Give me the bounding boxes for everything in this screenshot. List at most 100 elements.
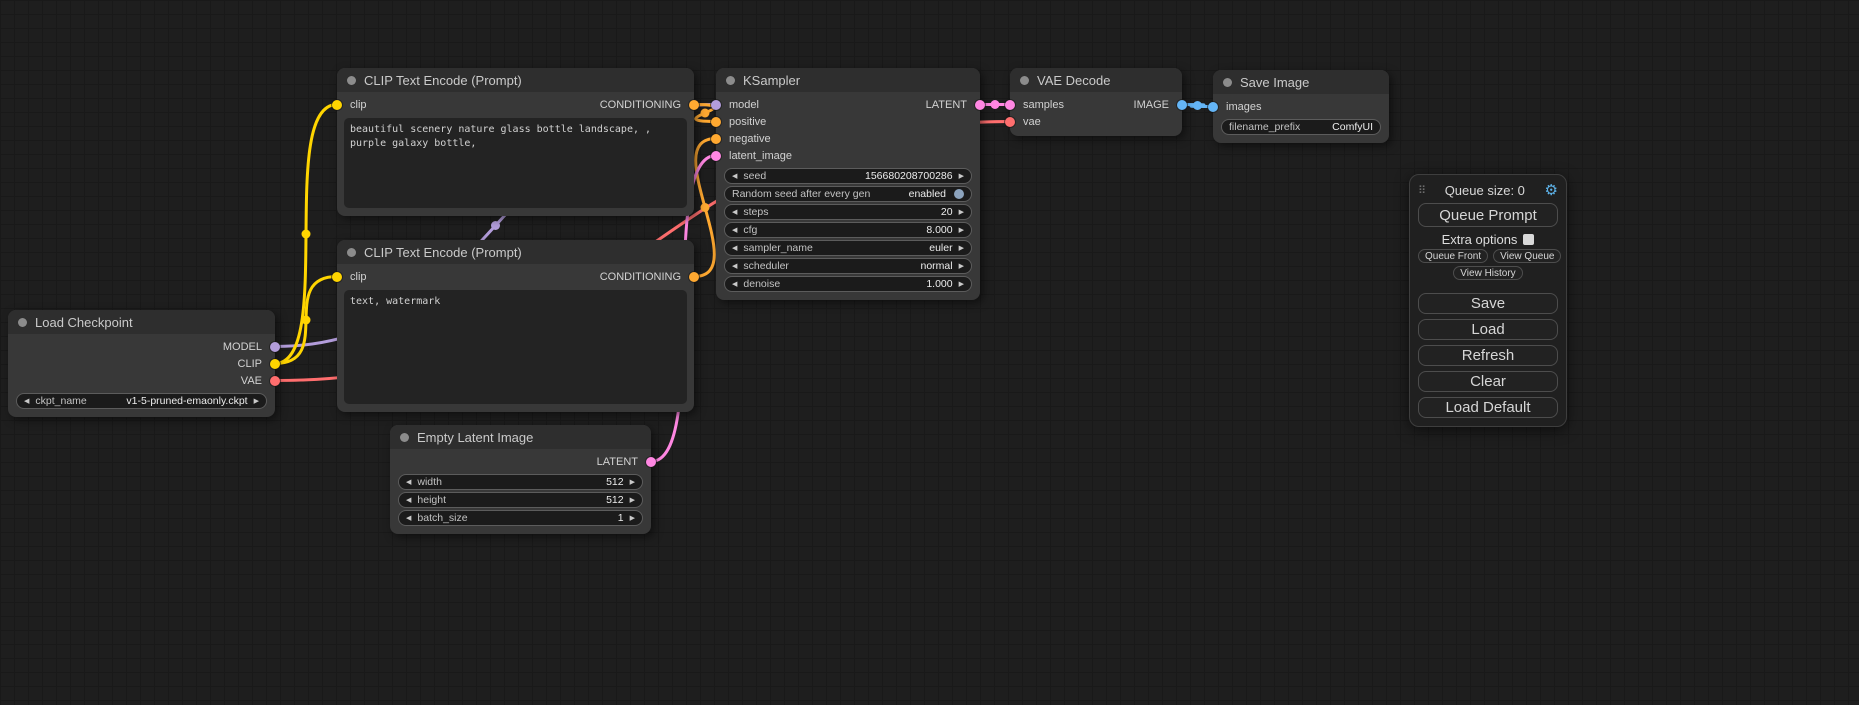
arrow-left-icon[interactable]: ◀	[732, 209, 737, 216]
positive-input-dot[interactable]	[711, 117, 721, 127]
arrow-left-icon[interactable]: ◀	[406, 497, 411, 504]
node-ksampler[interactable]: KSampler model LATENT positive negative …	[716, 68, 980, 300]
input-port-negative[interactable]: negative	[716, 130, 980, 147]
port-row[interactable]: model LATENT	[716, 96, 980, 113]
input-port-latent-image[interactable]: latent_image	[716, 147, 980, 164]
node-title-bar[interactable]: Empty Latent Image	[390, 425, 651, 449]
collapse-dot-icon[interactable]	[18, 318, 27, 327]
collapse-dot-icon[interactable]	[400, 433, 409, 442]
port-row[interactable]: clip CONDITIONING	[337, 268, 694, 285]
queue-front-button[interactable]: Queue Front	[1418, 249, 1488, 263]
refresh-button[interactable]: Refresh	[1418, 345, 1558, 366]
arrow-right-icon[interactable]: ▶	[959, 263, 964, 270]
node-title-bar[interactable]: KSampler	[716, 68, 980, 92]
latent-output-dot[interactable]	[646, 457, 656, 467]
widget-height[interactable]: ◀ height 512 ▶	[398, 492, 643, 508]
settings-gear-icon[interactable]: ⚙	[1545, 183, 1558, 198]
widget-steps[interactable]: ◀ steps 20 ▶	[724, 204, 972, 220]
load-default-button[interactable]: Load Default	[1418, 397, 1558, 418]
node-title-bar[interactable]: VAE Decode	[1010, 68, 1182, 92]
arrow-right-icon[interactable]: ▶	[959, 173, 964, 180]
arrow-left-icon[interactable]: ◀	[732, 173, 737, 180]
arrow-right-icon[interactable]: ▶	[254, 398, 259, 405]
node-title-bar[interactable]: Save Image	[1213, 70, 1389, 94]
clip-input-dot[interactable]	[332, 272, 342, 282]
arrow-left-icon[interactable]: ◀	[732, 281, 737, 288]
arrow-left-icon[interactable]: ◀	[732, 245, 737, 252]
negative-input-dot[interactable]	[711, 134, 721, 144]
input-port-positive[interactable]: positive	[716, 113, 980, 130]
vae-output-dot[interactable]	[270, 376, 280, 386]
drag-handle-icon[interactable]: ⠿	[1418, 184, 1425, 197]
image-output-dot[interactable]	[1177, 100, 1187, 110]
arrow-right-icon[interactable]: ▶	[630, 497, 635, 504]
node-vae-decode[interactable]: VAE Decode samples IMAGE vae	[1010, 68, 1182, 136]
wire-clip	[275, 105, 337, 364]
conditioning-output-dot[interactable]	[689, 272, 699, 282]
widget-seed[interactable]: ◀ seed 156680208700286 ▶	[724, 168, 972, 184]
conditioning-output-dot[interactable]	[689, 100, 699, 110]
view-queue-button[interactable]: View Queue	[1493, 249, 1561, 263]
samples-input-dot[interactable]	[1005, 100, 1015, 110]
port-row[interactable]: samples IMAGE	[1010, 96, 1182, 113]
arrow-right-icon[interactable]: ▶	[959, 281, 964, 288]
widget-width[interactable]: ◀ width 512 ▶	[398, 474, 643, 490]
arrow-left-icon[interactable]: ◀	[732, 227, 737, 234]
model-input-dot[interactable]	[711, 100, 721, 110]
clear-button[interactable]: Clear	[1418, 371, 1558, 392]
arrow-right-icon[interactable]: ▶	[630, 515, 635, 522]
widget-sampler-name[interactable]: ◀ sampler_name euler ▶	[724, 240, 972, 256]
images-input-dot[interactable]	[1208, 102, 1218, 112]
node-clip-text-encode-negative[interactable]: CLIP Text Encode (Prompt) clip CONDITION…	[337, 240, 694, 412]
node-graph-canvas[interactable]: Load Checkpoint MODEL CLIP VAE ◀ ckpt_na…	[0, 0, 1859, 705]
clip-input-dot[interactable]	[332, 100, 342, 110]
output-port-model[interactable]: MODEL	[8, 338, 275, 355]
node-title-bar[interactable]: Load Checkpoint	[8, 310, 275, 334]
latent-output-dot[interactable]	[975, 100, 985, 110]
node-title-bar[interactable]: CLIP Text Encode (Prompt)	[337, 68, 694, 92]
save-button[interactable]: Save	[1418, 293, 1558, 314]
node-save-image[interactable]: Save Image images filename_prefix ComfyU…	[1213, 70, 1389, 143]
prompt-textarea[interactable]: text, watermark	[344, 290, 687, 404]
view-history-button[interactable]: View History	[1453, 266, 1522, 280]
port-row[interactable]: clip CONDITIONING	[337, 96, 694, 113]
node-clip-text-encode-positive[interactable]: CLIP Text Encode (Prompt) clip CONDITION…	[337, 68, 694, 216]
output-port-vae[interactable]: VAE	[8, 372, 275, 389]
latent-image-input-dot[interactable]	[711, 151, 721, 161]
widget-batch-size[interactable]: ◀ batch_size 1 ▶	[398, 510, 643, 526]
load-button[interactable]: Load	[1418, 319, 1558, 340]
widget-denoise[interactable]: ◀ denoise 1.000 ▶	[724, 276, 972, 292]
clip-output-dot[interactable]	[270, 359, 280, 369]
arrow-left-icon[interactable]: ◀	[24, 398, 29, 405]
input-port-images[interactable]: images	[1213, 98, 1389, 115]
extra-options-checkbox[interactable]	[1523, 234, 1534, 245]
arrow-right-icon[interactable]: ▶	[959, 227, 964, 234]
collapse-dot-icon[interactable]	[347, 248, 356, 257]
arrow-right-icon[interactable]: ▶	[630, 479, 635, 486]
prompt-textarea[interactable]: beautiful scenery nature glass bottle la…	[344, 118, 687, 208]
collapse-dot-icon[interactable]	[347, 76, 356, 85]
node-empty-latent-image[interactable]: Empty Latent Image LATENT ◀ width 512 ▶ …	[390, 425, 651, 534]
node-load-checkpoint[interactable]: Load Checkpoint MODEL CLIP VAE ◀ ckpt_na…	[8, 310, 275, 417]
vae-input-dot[interactable]	[1005, 117, 1015, 127]
node-title-bar[interactable]: CLIP Text Encode (Prompt)	[337, 240, 694, 264]
arrow-right-icon[interactable]: ▶	[959, 209, 964, 216]
arrow-left-icon[interactable]: ◀	[406, 479, 411, 486]
toggle-knob-icon[interactable]	[954, 189, 964, 199]
collapse-dot-icon[interactable]	[1020, 76, 1029, 85]
widget-scheduler[interactable]: ◀ scheduler normal ▶	[724, 258, 972, 274]
arrow-right-icon[interactable]: ▶	[959, 245, 964, 252]
queue-prompt-button[interactable]: Queue Prompt	[1418, 203, 1558, 227]
arrow-left-icon[interactable]: ◀	[732, 263, 737, 270]
arrow-left-icon[interactable]: ◀	[406, 515, 411, 522]
widget-random-seed-toggle[interactable]: Random seed after every gen enabled	[724, 186, 972, 202]
collapse-dot-icon[interactable]	[726, 76, 735, 85]
widget-cfg[interactable]: ◀ cfg 8.000 ▶	[724, 222, 972, 238]
input-port-vae[interactable]: vae	[1010, 113, 1182, 130]
collapse-dot-icon[interactable]	[1223, 78, 1232, 87]
output-port-clip[interactable]: CLIP	[8, 355, 275, 372]
model-output-dot[interactable]	[270, 342, 280, 352]
widget-filename-prefix[interactable]: filename_prefix ComfyUI	[1221, 119, 1381, 135]
widget-ckpt-name[interactable]: ◀ ckpt_name v1-5-pruned-emaonly.ckpt ▶	[16, 393, 267, 409]
output-port-latent[interactable]: LATENT	[390, 453, 651, 470]
